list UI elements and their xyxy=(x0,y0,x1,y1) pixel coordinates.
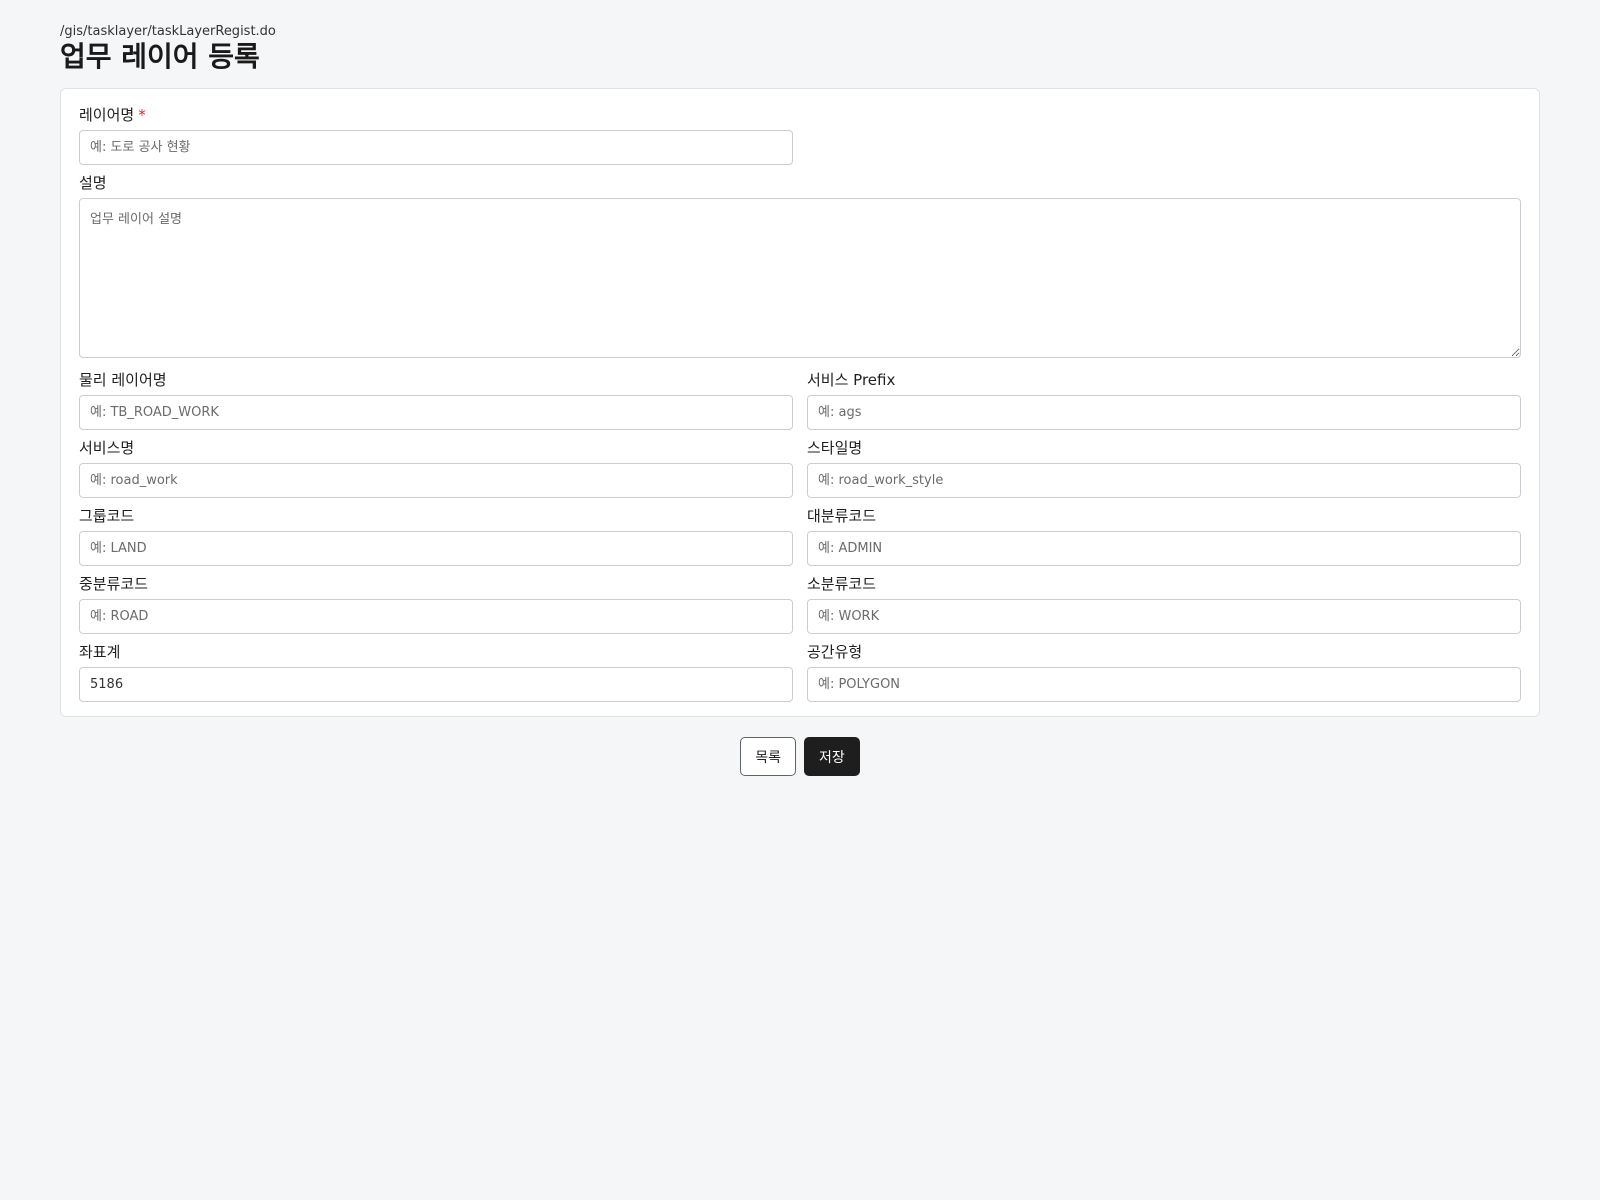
coordinate-system-input[interactable] xyxy=(79,667,793,702)
page-route: /gis/tasklayer/taskLayerRegist.do xyxy=(60,24,276,39)
spatial-type-label: 공간유형 xyxy=(807,643,863,661)
group-code-input[interactable] xyxy=(79,531,793,566)
service-name-label: 서비스명 xyxy=(79,439,135,457)
form-actions: 목록 저장 xyxy=(60,737,1540,776)
field-middle-class-code: 중분류코드 xyxy=(79,574,793,634)
required-mark: * xyxy=(138,106,146,124)
field-minor-class-code: 소분류코드 xyxy=(807,574,1521,634)
task-layer-form: 레이어명* 설명 물리 레이어명 서비스 Prefix 서비스명 스타일명 xyxy=(60,88,1540,717)
service-prefix-input[interactable] xyxy=(807,395,1521,430)
major-class-code-input[interactable] xyxy=(807,531,1521,566)
physical-layer-name-label: 물리 레이어명 xyxy=(79,371,167,389)
field-description: 설명 xyxy=(79,173,1521,358)
style-name-label: 스타일명 xyxy=(807,439,863,457)
field-major-class-code: 대분류코드 xyxy=(807,506,1521,566)
layer-name-label: 레이어명 * xyxy=(79,106,146,124)
physical-layer-name-input[interactable] xyxy=(79,395,793,430)
group-code-label: 그룹코드 xyxy=(79,507,135,525)
service-name-input[interactable] xyxy=(79,463,793,498)
coordinate-system-label: 좌표계 xyxy=(79,643,121,661)
minor-class-code-input[interactable] xyxy=(807,599,1521,634)
field-service-name: 서비스명 xyxy=(79,438,793,498)
service-prefix-label: 서비스 Prefix xyxy=(807,371,896,389)
style-name-input[interactable] xyxy=(807,463,1521,498)
layer-name-input[interactable] xyxy=(79,130,793,165)
page-container: /gis/tasklayer/taskLayerRegist.do 업무 레이어… xyxy=(60,23,1540,776)
field-layer-name: 레이어명 * xyxy=(79,105,793,165)
middle-class-code-input[interactable] xyxy=(79,599,793,634)
major-class-code-label: 대분류코드 xyxy=(807,507,877,525)
middle-class-code-label: 중분류코드 xyxy=(79,575,149,593)
spatial-type-input[interactable] xyxy=(807,667,1521,702)
save-button[interactable]: 저장 xyxy=(804,737,860,776)
list-button[interactable]: 목록 xyxy=(740,737,796,776)
page-title: 업무 레이어 등록 xyxy=(60,40,260,73)
description-label: 설명 xyxy=(79,174,107,192)
description-textarea[interactable] xyxy=(79,198,1521,358)
field-physical-layer-name: 물리 레이어명 xyxy=(79,370,793,430)
field-coordinate-system: 좌표계 xyxy=(79,642,793,702)
field-spatial-type: 공간유형 xyxy=(807,642,1521,702)
field-service-prefix: 서비스 Prefix xyxy=(807,370,1521,430)
minor-class-code-label: 소분류코드 xyxy=(807,575,877,593)
field-group-code: 그룹코드 xyxy=(79,506,793,566)
field-style-name: 스타일명 xyxy=(807,438,1521,498)
